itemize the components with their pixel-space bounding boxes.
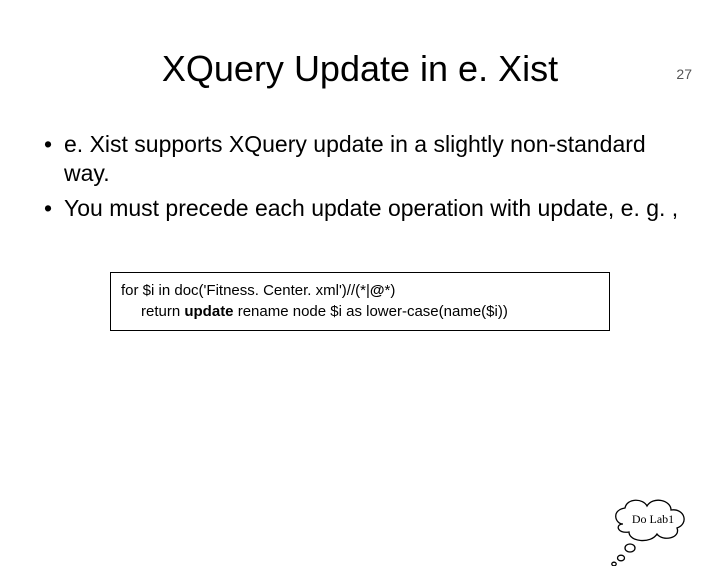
code-line-2: return update rename node $i as lower-ca… xyxy=(121,302,599,322)
code-text: for $i in doc('Fitness. Center. xml')//(… xyxy=(121,282,370,299)
code-text: *) xyxy=(385,282,396,299)
bullet-item: You must precede each update operation w… xyxy=(40,194,680,223)
bullet-list: e. Xist supports XQuery update in a slig… xyxy=(40,130,680,222)
page-number: 27 xyxy=(676,66,692,82)
code-line-1: for $i in doc('Fitness. Center. xml')//(… xyxy=(121,281,599,301)
code-text: return xyxy=(141,303,184,320)
thought-bubble-callout: Do Lab1 xyxy=(608,496,698,566)
code-keyword-update: update xyxy=(184,303,233,320)
cloud-icon xyxy=(608,496,698,566)
code-text: rename node $i as lower-case(name($i)) xyxy=(234,303,508,320)
bullet-item: e. Xist supports XQuery update in a slig… xyxy=(40,130,680,188)
code-example: for $i in doc('Fitness. Center. xml')//(… xyxy=(110,272,610,331)
slide-title: XQuery Update in e. Xist xyxy=(0,48,720,90)
code-at-symbol: @ xyxy=(370,282,385,299)
callout-text: Do Lab1 xyxy=(608,512,698,527)
